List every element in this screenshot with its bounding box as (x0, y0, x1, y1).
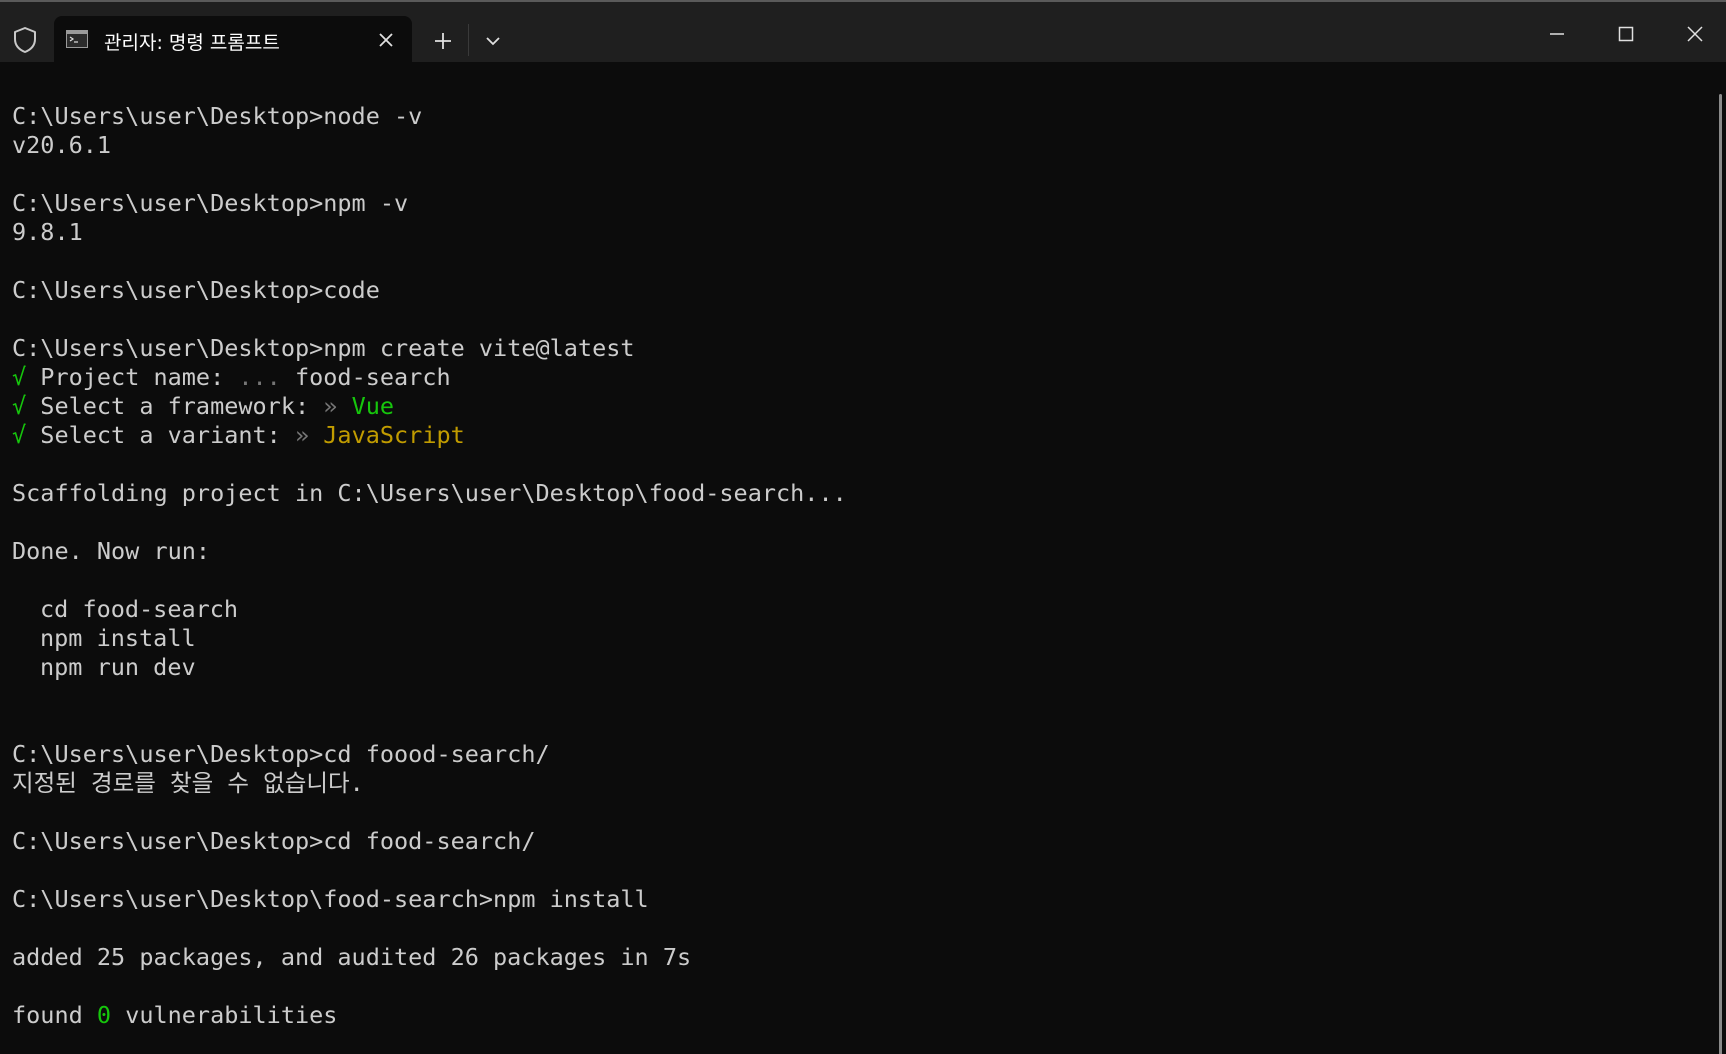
terminal-line: Done. Now run: (12, 537, 211, 565)
maximize-icon[interactable] (1598, 12, 1654, 56)
terminal-line: C:\Users\user\Desktop>code (12, 276, 380, 304)
terminal-line: √ Select a framework: » Vue (12, 392, 395, 420)
title-bar: 관리자: 명령 프롬프트 (0, 2, 1726, 64)
terminal-line: C:\Users\user\Desktop>cd food-search/ (12, 827, 536, 855)
close-icon[interactable] (374, 28, 398, 52)
minimize-icon[interactable] (1529, 12, 1585, 56)
terminal-line: C:\Users\user\Desktop>node -v (12, 102, 423, 130)
chevron-down-icon[interactable] (476, 24, 510, 58)
terminal-line: v20.6.1 (12, 131, 112, 159)
terminal-line: 9.8.1 (12, 218, 83, 246)
terminal-line: cd food-search (40, 595, 239, 623)
terminal-line: 지정된 경로를 찾을 수 없습니다. (12, 769, 364, 797)
terminal-line: √ Select a variant: » JavaScript (12, 421, 465, 449)
terminal-icon (66, 30, 88, 48)
terminal-line: √ Project name: ... food-search (12, 363, 451, 391)
terminal-line: found 0 vulnerabilities (12, 1001, 338, 1029)
tab-separator (468, 24, 469, 56)
plus-icon[interactable] (426, 24, 460, 58)
terminal-line: C:\Users\user\Desktop>npm -v (12, 189, 409, 217)
terminal-line: Scaffolding project in C:\Users\user\Des… (12, 479, 847, 507)
terminal-line: npm install (40, 624, 196, 652)
terminal-window: 관리자: 명령 프롬프트 C:\Users\user\Desktop>node … (0, 0, 1726, 1054)
terminal-line: added 25 packages, and audited 26 packag… (12, 943, 692, 971)
terminal-line: C:\Users\user\Desktop>cd foood-search/ (12, 740, 550, 768)
close-icon[interactable] (1667, 12, 1723, 56)
tab-command-prompt[interactable]: 관리자: 명령 프롬프트 (54, 16, 412, 64)
shield-icon (14, 27, 36, 53)
terminal-line: npm run dev (40, 653, 196, 681)
tab-title: 관리자: 명령 프롬프트 (104, 32, 280, 54)
terminal-line: C:\Users\user\Desktop\food-search>npm in… (12, 885, 649, 913)
terminal-line: C:\Users\user\Desktop>npm create vite@la… (12, 334, 635, 362)
scrollbar[interactable] (1719, 94, 1722, 1054)
terminal-output[interactable]: C:\Users\user\Desktop>node -v v20.6.1 C:… (12, 102, 1702, 1054)
